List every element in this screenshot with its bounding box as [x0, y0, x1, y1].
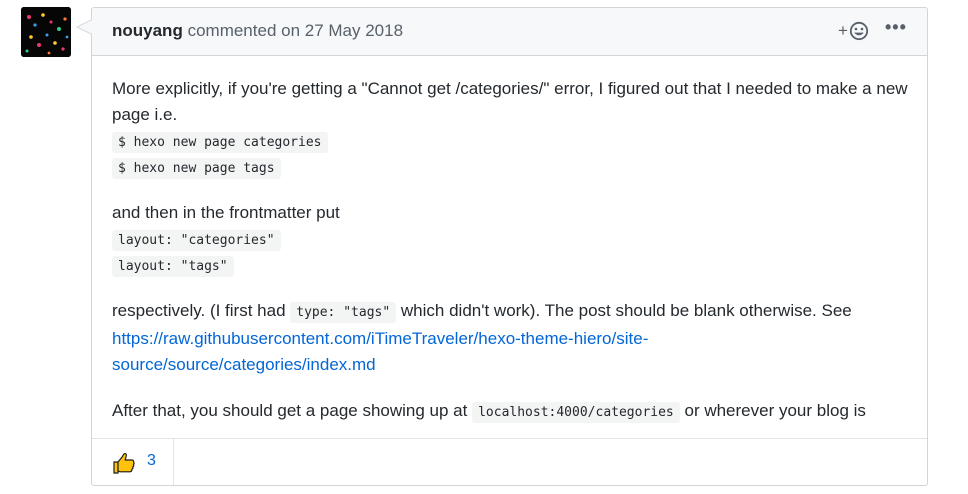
comment-caret-inner [78, 20, 92, 34]
thumbs-up-count: 3 [147, 452, 156, 469]
code-line-3: layout: "categories" [112, 230, 281, 251]
avatar-image [21, 7, 71, 57]
more-options-icon[interactable]: ••• [885, 17, 907, 38]
code-line-1: $ hexo new page categories [112, 132, 328, 153]
paragraph-4: After that, you should get a page showin… [112, 398, 912, 426]
source-link-part-1: https://raw.githubusercontent.com/iTimeT… [112, 329, 649, 348]
add-reaction-button[interactable]: + [838, 21, 869, 41]
comment-header-text: nouyang commented on 27 May 2018 [112, 21, 403, 41]
paragraph-2: and then in the frontmatter put [112, 203, 340, 222]
thumbs-up-reaction-button[interactable]: 3 [92, 439, 174, 485]
paragraph-4-text-before: After that, you should get a page showin… [112, 401, 473, 420]
comment-header: nouyang commented on 27 May 2018 + ••• [92, 8, 927, 56]
add-reaction-plus: + [838, 21, 848, 40]
paragraph-3-text-before: respectively. (I first had [112, 301, 291, 320]
code-line-4: layout: "tags" [112, 256, 234, 277]
avatar[interactable] [21, 7, 71, 57]
paragraph-3: respectively. (I first had type: "tags" … [112, 298, 912, 378]
paragraph-1: More explicitly, if you're getting a "Ca… [112, 79, 908, 124]
comment-reactions-bar: 3 [92, 438, 927, 485]
thumbs-up-icon [113, 452, 135, 474]
comment-body: More explicitly, if you're getting a "Ca… [112, 76, 912, 426]
comment-box: nouyang commented on 27 May 2018 + ••• M… [76, 7, 928, 486]
source-link[interactable]: https://raw.githubusercontent.com/iTimeT… [112, 329, 648, 374]
comment-timestamp[interactable]: commented on 27 May 2018 [188, 21, 403, 40]
smiley-icon [849, 21, 869, 41]
paragraph-3-text-after: which didn't work). The post should be b… [396, 301, 852, 320]
source-link-part-2: source/source/categories/index.md [112, 355, 376, 374]
author-link[interactable]: nouyang [112, 21, 183, 40]
code-line-2: $ hexo new page tags [112, 158, 281, 179]
inline-code-type-tags: type: "tags" [290, 302, 397, 323]
paragraph-4-text-after: or wherever your blog is [679, 401, 866, 420]
inline-code-localhost: localhost:4000/categories [472, 402, 680, 423]
